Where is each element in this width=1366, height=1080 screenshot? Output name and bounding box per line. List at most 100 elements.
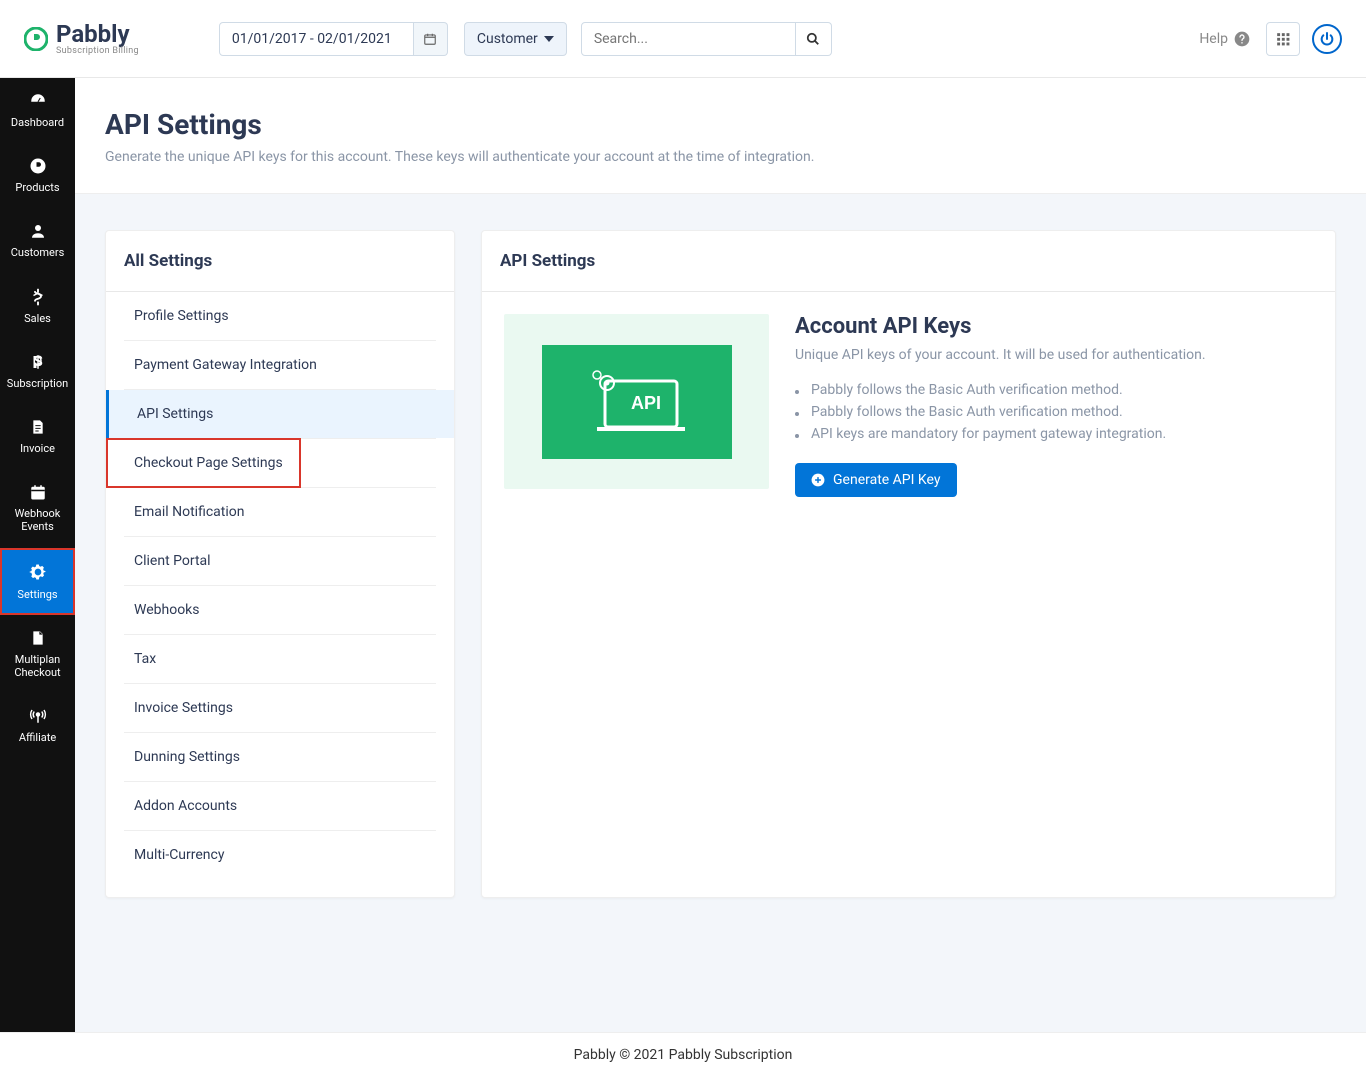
list-item: Invoice Settings: [124, 684, 436, 733]
help-label: Help: [1199, 31, 1228, 47]
help-link[interactable]: Help: [1199, 31, 1250, 47]
settings-link-client-portal[interactable]: Client Portal: [124, 537, 436, 585]
logo-icon: [24, 27, 48, 51]
calendar-button[interactable]: [414, 22, 448, 56]
sidebar-item-label: Settings: [17, 588, 57, 601]
search-input[interactable]: [581, 22, 796, 56]
sidebar-item-label: Multiplan Checkout: [4, 653, 71, 679]
sidebar-item-label: Subscription: [7, 377, 68, 390]
sidebar-item-subscription[interactable]: S Subscription: [0, 339, 75, 404]
settings-link-addon-accounts[interactable]: Addon Accounts: [124, 782, 436, 830]
list-item: Tax: [124, 635, 436, 684]
top-header: Pabbly Subscription Billing Customer Hel…: [0, 0, 1366, 78]
grid-icon: [1276, 32, 1290, 46]
sidebar-item-label: Sales: [24, 312, 51, 325]
all-settings-card: All Settings Profile SettingsPayment Gat…: [105, 230, 455, 898]
sidebar-item-products[interactable]: Products: [0, 143, 75, 208]
all-settings-title: All Settings: [106, 231, 454, 292]
settings-link-invoice-settings[interactable]: Invoice Settings: [124, 684, 436, 732]
search-icon: [806, 32, 820, 46]
calendar-icon: [29, 483, 47, 501]
logo[interactable]: Pabbly Subscription Billing: [24, 22, 139, 56]
settings-list: Profile SettingsPayment Gateway Integrat…: [106, 292, 454, 897]
sidebar-item-label: Customers: [11, 246, 65, 259]
sidebar-item-webhook-events[interactable]: Webhook Events: [0, 469, 75, 547]
api-bullet: Pabbly follows the Basic Auth verificati…: [795, 379, 1313, 401]
logo-name: Pabbly: [56, 22, 139, 46]
page-description: Generate the unique API keys for this ac…: [105, 149, 1336, 165]
broadcast-icon: [29, 707, 47, 725]
api-illustration: API: [504, 314, 769, 489]
list-item: Multi-Currency: [124, 831, 436, 879]
page-title: API Settings: [105, 108, 1336, 141]
api-icon: API: [587, 367, 687, 437]
power-button[interactable]: [1312, 24, 1342, 54]
search-group: [581, 22, 832, 56]
subscription-icon: S: [29, 353, 47, 371]
calendar-icon: [423, 32, 437, 46]
settings-link-checkout-page-settings[interactable]: Checkout Page Settings: [124, 439, 436, 487]
sidebar-item-settings[interactable]: Settings: [0, 548, 75, 615]
list-item: Client Portal: [124, 537, 436, 586]
products-icon: [29, 157, 47, 175]
sidebar-item-label: Affiliate: [19, 731, 56, 744]
sidebar-item-label: Invoice: [20, 442, 55, 455]
customer-dropdown[interactable]: Customer: [464, 22, 567, 56]
apps-grid-button[interactable]: [1266, 22, 1300, 56]
content-area: API Settings Generate the unique API key…: [75, 78, 1366, 1032]
sidebar: Dashboard Products Customers Sales S Subscrip…: [0, 78, 75, 1032]
sidebar-item-label: Webhook Events: [4, 507, 71, 533]
date-range-input[interactable]: [219, 22, 414, 56]
sidebar-item-multiplan-checkout[interactable]: Multiplan Checkout: [0, 615, 75, 693]
footer-text: Pabbly © 2021 Pabbly Subscription: [0, 1032, 1366, 1080]
settings-link-payment-gateway-integration[interactable]: Payment Gateway Integration: [124, 341, 436, 389]
power-icon: [1319, 31, 1335, 47]
api-title: Account API Keys: [795, 314, 1313, 339]
sales-icon: [29, 288, 47, 306]
gear-icon: [28, 562, 48, 582]
api-description: Unique API keys of your account. It will…: [795, 347, 1313, 363]
help-icon: [1234, 31, 1250, 47]
search-button[interactable]: [796, 22, 832, 56]
settings-link-dunning-settings[interactable]: Dunning Settings: [124, 733, 436, 781]
page-header: API Settings Generate the unique API key…: [75, 78, 1366, 194]
settings-link-tax[interactable]: Tax: [124, 635, 436, 683]
api-bullet: API keys are mandatory for payment gatew…: [795, 423, 1313, 445]
api-card-header: API Settings: [482, 231, 1335, 292]
svg-text:S: S: [33, 353, 42, 370]
invoice-icon: [30, 418, 46, 436]
list-item: Addon Accounts: [124, 782, 436, 831]
list-item: Profile Settings: [124, 292, 436, 341]
list-item: Checkout Page Settings: [124, 439, 436, 488]
sidebar-item-customers[interactable]: Customers: [0, 208, 75, 273]
list-item: Dunning Settings: [124, 733, 436, 782]
sidebar-item-label: Dashboard: [11, 116, 64, 129]
settings-link-multi-currency[interactable]: Multi-Currency: [124, 831, 436, 879]
sidebar-item-affiliate[interactable]: Affiliate: [0, 693, 75, 758]
customer-dropdown-label: Customer: [477, 31, 538, 47]
list-item: API Settings: [124, 390, 436, 439]
logo-tagline: Subscription Billing: [56, 46, 139, 56]
doc-icon: [30, 629, 46, 647]
api-bullet: Pabbly follows the Basic Auth verificati…: [795, 401, 1313, 423]
settings-link-profile-settings[interactable]: Profile Settings: [124, 292, 436, 340]
generate-button-label: Generate API Key: [833, 472, 941, 488]
date-range-group: [219, 22, 448, 56]
sidebar-item-dashboard[interactable]: Dashboard: [0, 78, 75, 143]
list-item: Webhooks: [124, 586, 436, 635]
svg-text:API: API: [631, 393, 661, 413]
user-icon: [29, 222, 47, 240]
settings-link-api-settings[interactable]: API Settings: [106, 390, 454, 438]
plus-circle-icon: [811, 473, 825, 487]
generate-api-key-button[interactable]: Generate API Key: [795, 463, 957, 497]
list-item: Email Notification: [124, 488, 436, 537]
settings-link-email-notification[interactable]: Email Notification: [124, 488, 436, 536]
list-item: Payment Gateway Integration: [124, 341, 436, 390]
settings-link-webhooks[interactable]: Webhooks: [124, 586, 436, 634]
chevron-down-icon: [544, 36, 554, 42]
sidebar-item-invoice[interactable]: Invoice: [0, 404, 75, 469]
sidebar-item-label: Products: [15, 181, 59, 194]
api-bullets: Pabbly follows the Basic Auth verificati…: [795, 379, 1313, 445]
api-settings-card: API Settings API: [481, 230, 1336, 898]
sidebar-item-sales[interactable]: Sales: [0, 274, 75, 339]
